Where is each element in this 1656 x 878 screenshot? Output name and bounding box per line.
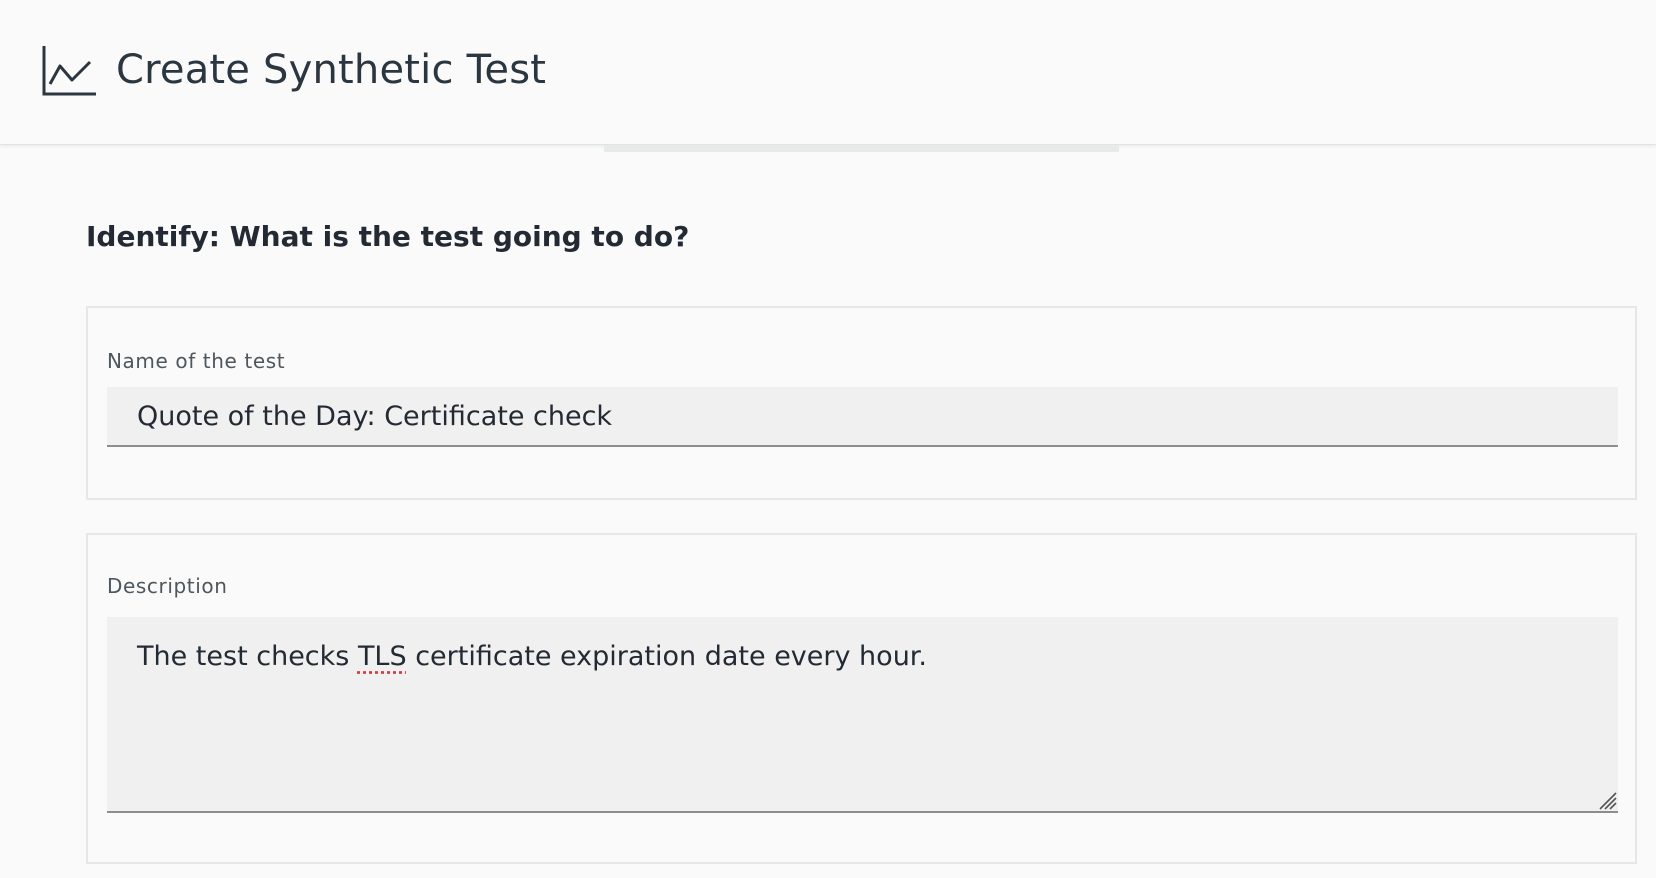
progress-indicator — [604, 145, 1119, 152]
name-field-label: Name of the test — [107, 349, 286, 373]
description-field-label: Description — [107, 574, 228, 598]
chart-line-icon — [42, 46, 96, 96]
test-name-input[interactable] — [107, 387, 1618, 447]
name-card: Name of the test — [86, 306, 1637, 500]
section-title: Identify: What is the test going to do? — [86, 220, 690, 253]
description-textarea[interactable] — [107, 617, 1618, 813]
page-header: Create Synthetic Test — [0, 0, 1656, 145]
page-title: Create Synthetic Test — [116, 47, 547, 93]
description-card: Description The test checks TLS certific… — [86, 533, 1637, 864]
resize-handle-icon[interactable] — [1596, 789, 1618, 811]
